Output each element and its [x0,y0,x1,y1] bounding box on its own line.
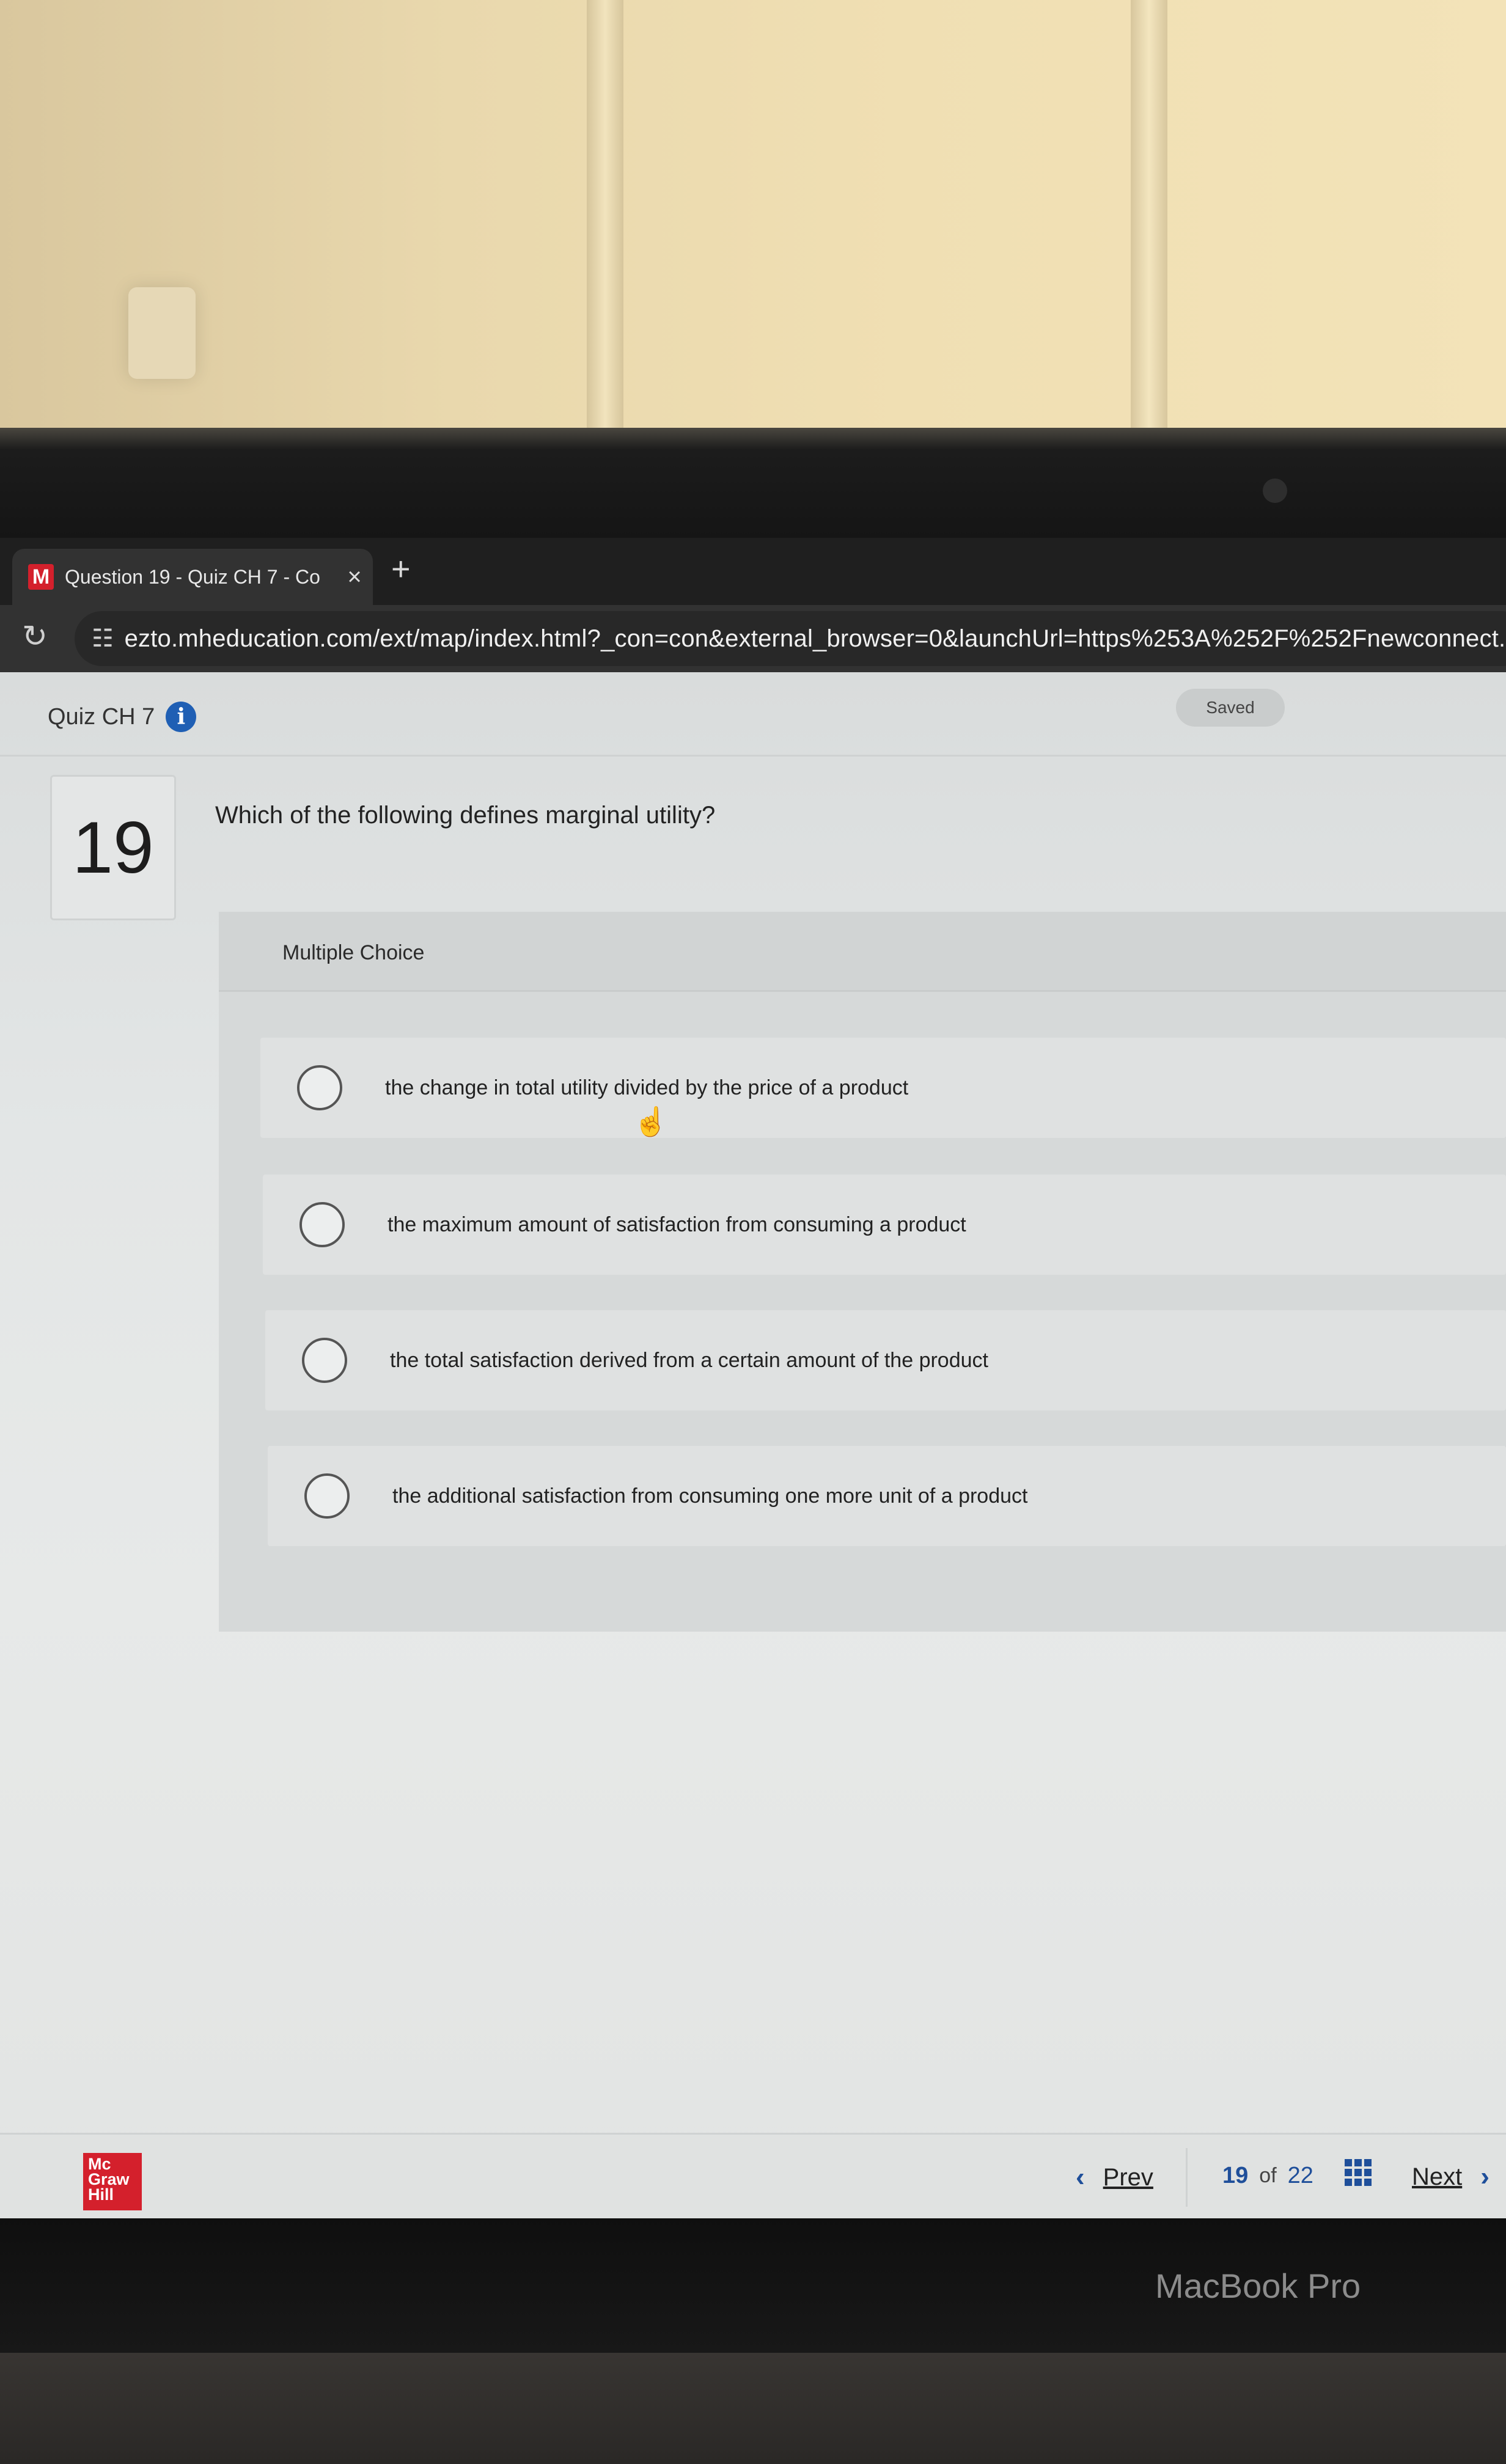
door-trim [587,0,623,452]
logo-line: Hill [88,2185,114,2204]
url-text[interactable]: ezto.mheducation.com/ext/map/index.html?… [125,625,1506,653]
answer-option[interactable]: the change in total utility divided by t… [260,1038,1506,1138]
wall-outlet [128,287,196,379]
tune-icon[interactable]: ☷ [92,625,125,653]
mcgraw-hill-logo: Mc Graw Hill [83,2153,142,2210]
multiple-choice-header: Multiple Choice [219,912,1506,992]
device-brand: MacBook Pro [1155,2267,1361,2305]
browser-tab[interactable]: M Question 19 - Quiz CH 7 - Co × [12,549,373,605]
answer-option-text[interactable]: the change in total utility divided by t… [385,1076,908,1100]
quiz-header: Quiz CH 7 i Saved [0,672,1506,757]
quiz-title: Quiz CH 7 i [48,702,197,732]
prev-label[interactable]: Prev [1103,2164,1153,2191]
question-type-label: Multiple Choice [282,941,425,964]
next-button[interactable]: Next › [1412,2162,1489,2192]
quiz-page: Quiz CH 7 i Saved 19 Which of the follow… [0,672,1506,2220]
page-indicator: 19 of 22 [1222,2163,1313,2189]
camera [1263,479,1287,503]
prev-button[interactable]: ‹ Prev [1051,2148,1188,2207]
radio-button[interactable] [302,1338,347,1383]
radio-button[interactable] [304,1473,350,1519]
answer-option-text[interactable]: the additional satisfaction from consumi… [392,1484,1027,1508]
chevron-right-icon: › [1480,2162,1489,2191]
current-page: 19 [1222,2163,1249,2188]
page-of-label: of [1259,2164,1277,2187]
chevron-left-icon: ‹ [1076,2162,1085,2192]
question-text: Which of the following defines marginal … [215,802,716,829]
new-tab-button[interactable]: + [391,550,411,588]
radio-button[interactable] [297,1065,342,1110]
desk-surface [0,2353,1506,2464]
background-wall [0,0,1506,452]
answer-option[interactable]: the total satisfaction derived from a ce… [265,1310,1506,1410]
answer-option-text[interactable]: the total satisfaction derived from a ce… [390,1349,988,1373]
mcgraw-hill-favicon-icon: M [28,564,54,590]
grid-icon[interactable] [1345,2159,1372,2186]
close-tab-icon[interactable]: × [336,563,373,591]
tab-title: Question 19 - Quiz CH 7 - Co [65,565,320,588]
reload-icon[interactable]: ↻ [22,618,48,654]
info-icon[interactable]: i [166,702,197,732]
answer-option[interactable]: the maximum amount of satisfaction from … [263,1175,1506,1275]
answer-option[interactable]: the additional satisfaction from consumi… [268,1446,1506,1546]
hand-pointer-icon: ☝ [633,1106,669,1137]
multiple-choice-panel: Multiple Choice the change in total util… [219,912,1506,1632]
quiz-title-text: Quiz CH 7 [48,703,155,730]
next-label[interactable]: Next [1412,2163,1462,2191]
browser-tab-bar: M Question 19 - Quiz CH 7 - Co × + [0,538,1506,605]
answer-option-text[interactable]: the maximum amount of satisfaction from … [388,1213,966,1237]
total-pages: 22 [1287,2163,1313,2188]
saved-status-badge: Saved [1176,689,1285,727]
radio-button[interactable] [299,1202,345,1247]
laptop-bottom-bezel: MacBook Pro [0,2218,1506,2353]
question-number: 19 [50,775,176,920]
browser-toolbar: ↻ ☷ ezto.mheducation.com/ext/map/index.h… [0,605,1506,672]
address-bar[interactable]: ☷ ezto.mheducation.com/ext/map/index.htm… [75,611,1506,666]
door-trim [1131,0,1167,452]
quiz-footer: Mc Graw Hill ‹ Prev 19 of 22 Next › [0,2133,1506,2220]
